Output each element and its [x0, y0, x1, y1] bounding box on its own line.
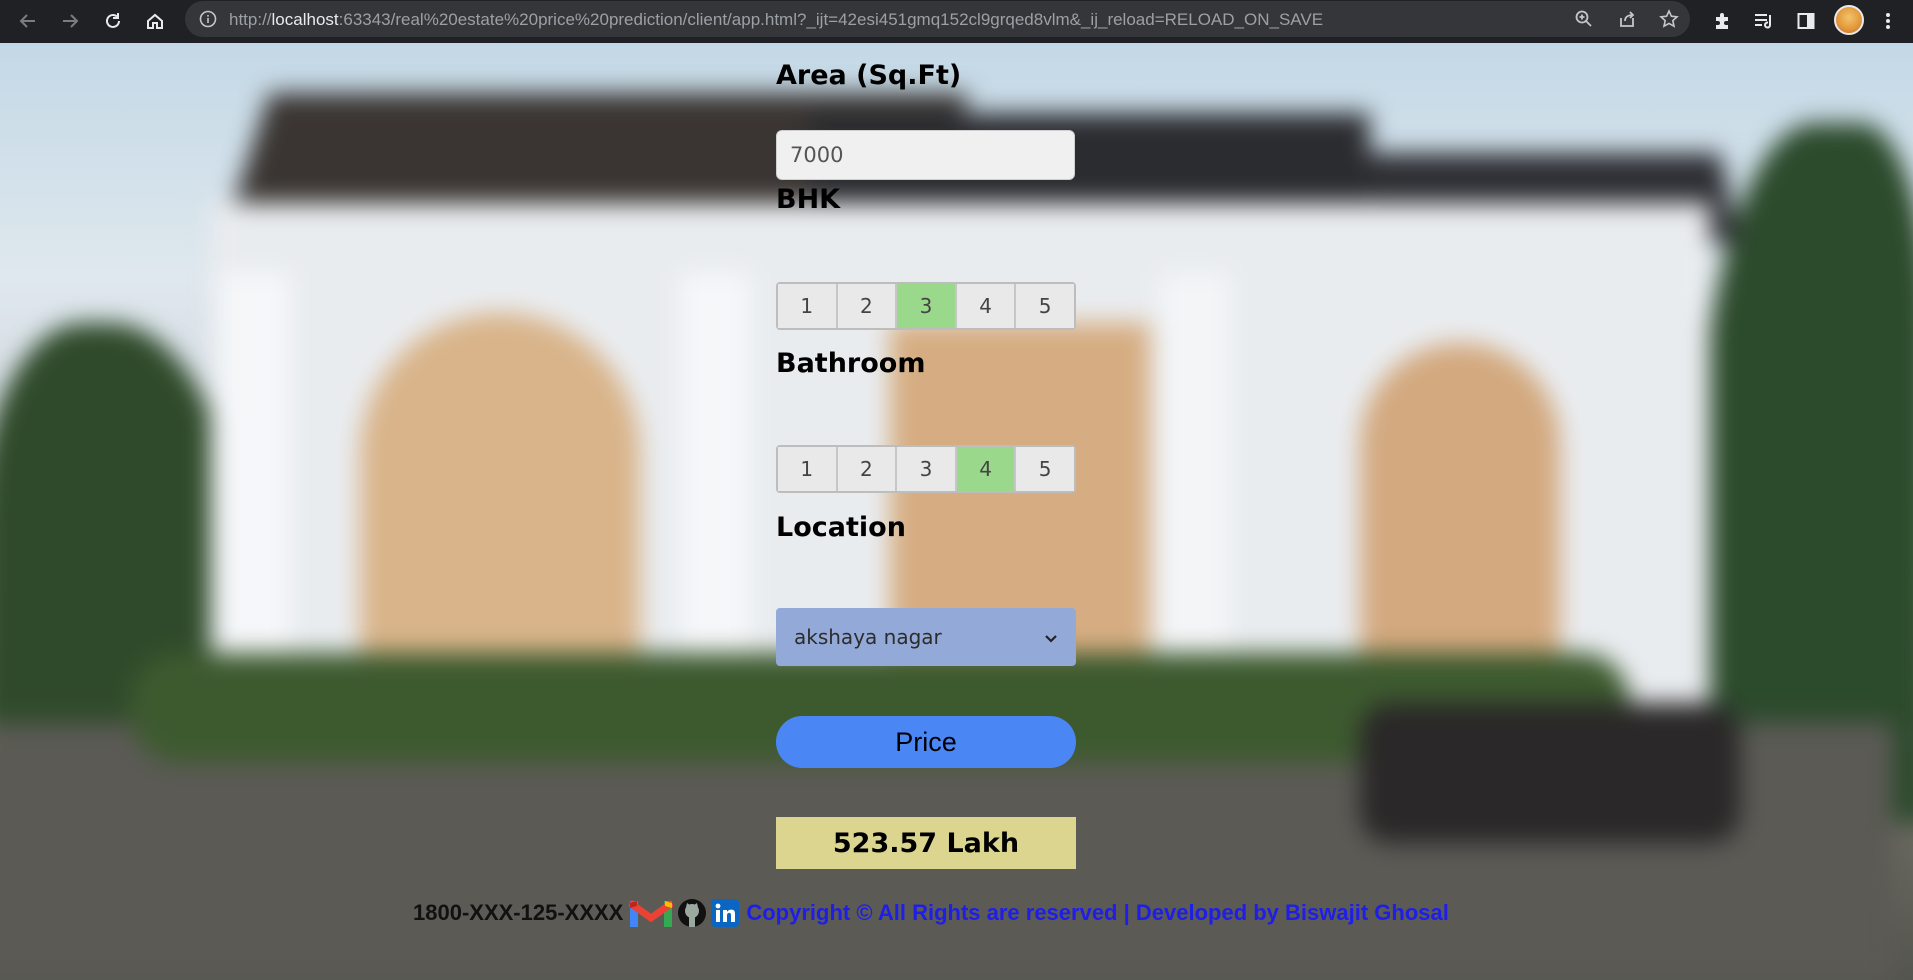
back-icon[interactable]: [13, 6, 43, 36]
bathroom-label: Bathroom: [776, 348, 926, 379]
price-result: 523.57 Lakh: [776, 817, 1076, 869]
price-button[interactable]: Price: [776, 716, 1076, 768]
location-value: akshaya nagar: [794, 625, 942, 649]
bhk-option[interactable]: 2: [837, 284, 898, 328]
forward-icon[interactable]: [55, 6, 85, 36]
gmail-icon[interactable]: [629, 898, 674, 928]
bathroom-option-selected[interactable]: 4: [956, 447, 1017, 491]
location-label: Location: [776, 512, 906, 543]
extensions-icon[interactable]: [1706, 5, 1738, 37]
bathroom-option[interactable]: 2: [837, 447, 898, 491]
bhk-option[interactable]: 5: [1016, 284, 1074, 328]
area-label: Area (Sq.Ft): [776, 60, 962, 91]
zoom-icon[interactable]: [1570, 5, 1598, 33]
home-icon[interactable]: [140, 6, 170, 36]
footer: 1800-XXX-125-XXXX Copyright © All Rights…: [413, 896, 1449, 930]
bhk-label: BHK: [776, 184, 841, 215]
bathroom-option[interactable]: 3: [897, 447, 957, 491]
bathroom-option[interactable]: 1: [778, 447, 838, 491]
bathroom-option[interactable]: 5: [1016, 447, 1074, 491]
address-bar[interactable]: http://localhost:63343/real%20estate%20p…: [185, 1, 1690, 37]
bhk-option[interactable]: 4: [956, 284, 1017, 328]
bhk-option-selected[interactable]: 3: [897, 284, 957, 328]
page: Area (Sq.Ft) BHK 1 2 3 4 5 Bathroom 1 2 …: [0, 43, 1913, 980]
phone-number: 1800-XXX-125-XXXX: [413, 900, 624, 925]
menu-icon[interactable]: [1872, 5, 1904, 37]
reload-icon[interactable]: [98, 6, 128, 36]
profile-avatar[interactable]: [1834, 5, 1864, 35]
bathroom-selector: 1 2 3 4 5: [776, 445, 1076, 493]
linkedin-icon[interactable]: [711, 899, 740, 927]
info-icon[interactable]: [199, 10, 217, 28]
bhk-selector: 1 2 3 4 5: [776, 282, 1076, 330]
browser-toolbar: http://localhost:63343/real%20estate%20p…: [0, 0, 1913, 43]
copyright-text: Copyright © All Rights are reserved | De…: [746, 900, 1449, 925]
github-icon[interactable]: [677, 898, 707, 928]
star-icon[interactable]: [1655, 5, 1683, 33]
share-icon[interactable]: [1613, 5, 1641, 33]
url-text: http://localhost:63343/real%20estate%20p…: [229, 10, 1324, 29]
chevron-down-icon: [1044, 625, 1058, 649]
area-input[interactable]: [776, 130, 1075, 180]
reading-list-icon[interactable]: [1748, 5, 1780, 37]
side-panel-icon[interactable]: [1790, 5, 1822, 37]
location-select[interactable]: akshaya nagar: [776, 608, 1076, 666]
bhk-option[interactable]: 1: [778, 284, 838, 328]
